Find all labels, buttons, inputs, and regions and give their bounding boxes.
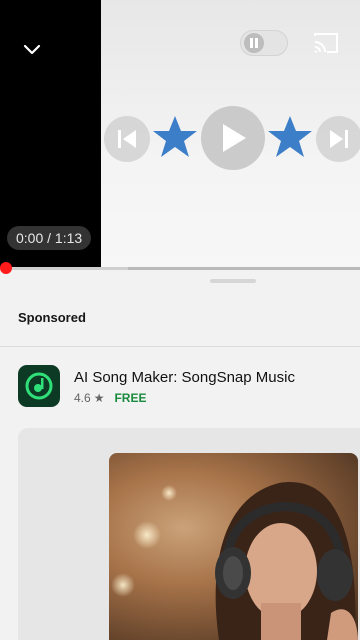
- scrubber-handle[interactable]: [0, 262, 12, 274]
- app-price: FREE: [114, 391, 147, 405]
- collapse-button[interactable]: [18, 36, 46, 64]
- star-icon: [268, 116, 312, 157]
- autoplay-toggle[interactable]: [240, 30, 288, 56]
- time-display: 0:00 / 1:13: [7, 226, 92, 250]
- app-name: AI Song Maker: SongSnap Music: [74, 369, 295, 386]
- ad-image[interactable]: [109, 453, 358, 640]
- sponsored-app-row[interactable]: AI Song Maker: SongSnap Music 4.6 ★ FREE: [18, 365, 348, 409]
- star-icon: [153, 116, 197, 157]
- pause-icon: [244, 33, 264, 53]
- video-player[interactable]: 0:00 / 1:13: [0, 0, 360, 270]
- drag-handle[interactable]: [210, 279, 256, 283]
- divider: [0, 346, 360, 347]
- rating-star-icon: ★: [93, 391, 105, 405]
- play-button[interactable]: [201, 106, 265, 170]
- buffer-bar: [128, 267, 360, 270]
- skip-next-icon: [330, 130, 348, 148]
- previous-button[interactable]: [104, 116, 150, 162]
- chevron-down-icon: [23, 44, 41, 55]
- next-button[interactable]: [316, 116, 360, 162]
- app-meta: 4.6 ★ FREE: [74, 391, 146, 405]
- app-rating: 4.6: [74, 391, 91, 405]
- cast-icon: [314, 33, 338, 53]
- skip-previous-icon: [118, 130, 136, 148]
- cast-button[interactable]: [312, 31, 340, 55]
- play-icon: [223, 124, 246, 152]
- music-note-icon: [18, 365, 60, 407]
- app-screen: 0:00 / 1:13 Sponsored AI Song Maker: Son…: [0, 0, 360, 640]
- progress-bar[interactable]: [0, 267, 360, 270]
- sponsored-label: Sponsored: [18, 310, 86, 325]
- woman-with-headphones-image: [111, 482, 358, 640]
